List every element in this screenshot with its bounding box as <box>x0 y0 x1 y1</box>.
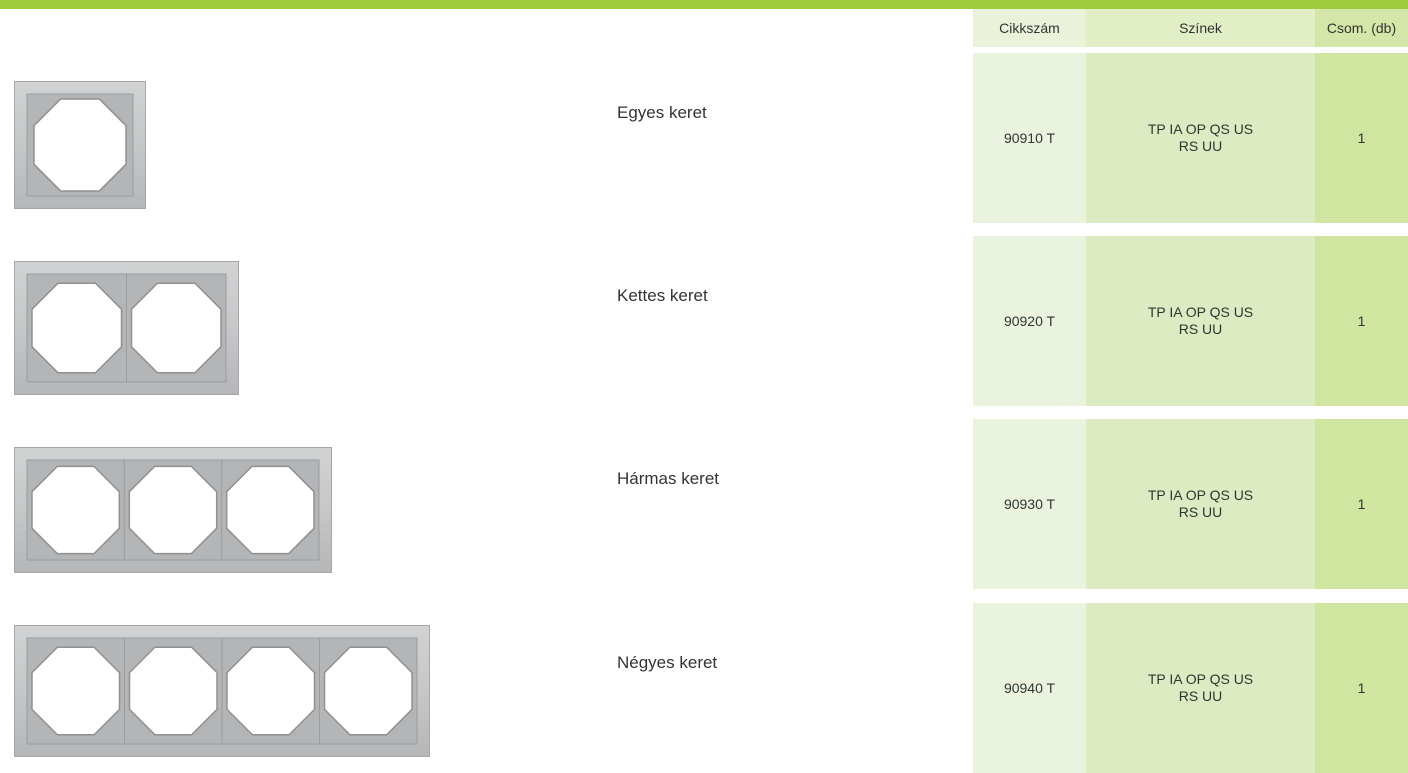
frame-opening <box>31 465 121 555</box>
frame-opening <box>128 646 218 736</box>
frame-opening <box>130 282 222 374</box>
triple-frame-image <box>14 447 332 573</box>
sku-cell: 90940 T <box>973 603 1086 773</box>
product-name: Egyes keret <box>617 103 707 122</box>
frame-opening <box>31 646 121 736</box>
colors-line-2: RS UU <box>1178 504 1223 520</box>
product-row: Kettes keret 90920 T TP IA OP QS US RS U… <box>0 236 1408 406</box>
sku-cell: 90910 T <box>973 53 1086 223</box>
frame-drawing <box>14 625 430 757</box>
quantity-cell: 1 <box>1315 53 1408 223</box>
single-frame-image <box>14 81 146 209</box>
quantity-cell: 1 <box>1315 236 1408 406</box>
colors-line-1: TP IA OP QS US <box>1147 487 1254 503</box>
frame-opening <box>225 465 315 555</box>
column-header-colors: Színek <box>1086 9 1315 47</box>
product-row: Egyes keret 90910 T TP IA OP QS US RS UU… <box>0 53 1408 223</box>
frame-opening <box>31 282 123 374</box>
frame-drawing <box>14 81 146 209</box>
double-frame-image <box>14 261 239 395</box>
top-accent-bar <box>0 0 1408 9</box>
sku-cell: 90930 T <box>973 419 1086 589</box>
colors-line-1: TP IA OP QS US <box>1147 304 1254 320</box>
colors-cell: TP IA OP QS US RS UU <box>1086 419 1315 589</box>
column-header-sku: Cikkszám <box>973 9 1086 47</box>
column-header-quantity: Csom. (db) <box>1315 9 1408 47</box>
quadruple-frame-image <box>14 625 430 757</box>
product-name: Négyes keret <box>617 653 718 672</box>
colors-cell: TP IA OP QS US RS UU <box>1086 603 1315 773</box>
sku-cell: 90920 T <box>973 236 1086 406</box>
quantity-cell: 1 <box>1315 419 1408 589</box>
product-name: Kettes keret <box>617 286 708 305</box>
quantity-cell: 1 <box>1315 603 1408 773</box>
colors-line-2: RS UU <box>1178 688 1223 704</box>
frame-opening <box>128 465 218 555</box>
colors-line-2: RS UU <box>1178 138 1223 154</box>
product-row: Hármas keret 90930 T TP IA OP QS US RS U… <box>0 419 1408 589</box>
colors-line-2: RS UU <box>1178 321 1223 337</box>
colors-cell: TP IA OP QS US RS UU <box>1086 53 1315 223</box>
colors-cell: TP IA OP QS US RS UU <box>1086 236 1315 406</box>
frame-drawing <box>14 261 239 395</box>
frame-opening <box>323 646 413 736</box>
colors-line-1: TP IA OP QS US <box>1147 671 1254 687</box>
frame-drawing <box>14 447 332 573</box>
frame-opening <box>226 646 316 736</box>
product-name: Hármas keret <box>617 469 720 488</box>
frame-opening <box>33 98 127 192</box>
colors-line-1: TP IA OP QS US <box>1147 121 1254 137</box>
product-row: Négyes keret 90940 T TP IA OP QS US RS U… <box>0 603 1408 773</box>
